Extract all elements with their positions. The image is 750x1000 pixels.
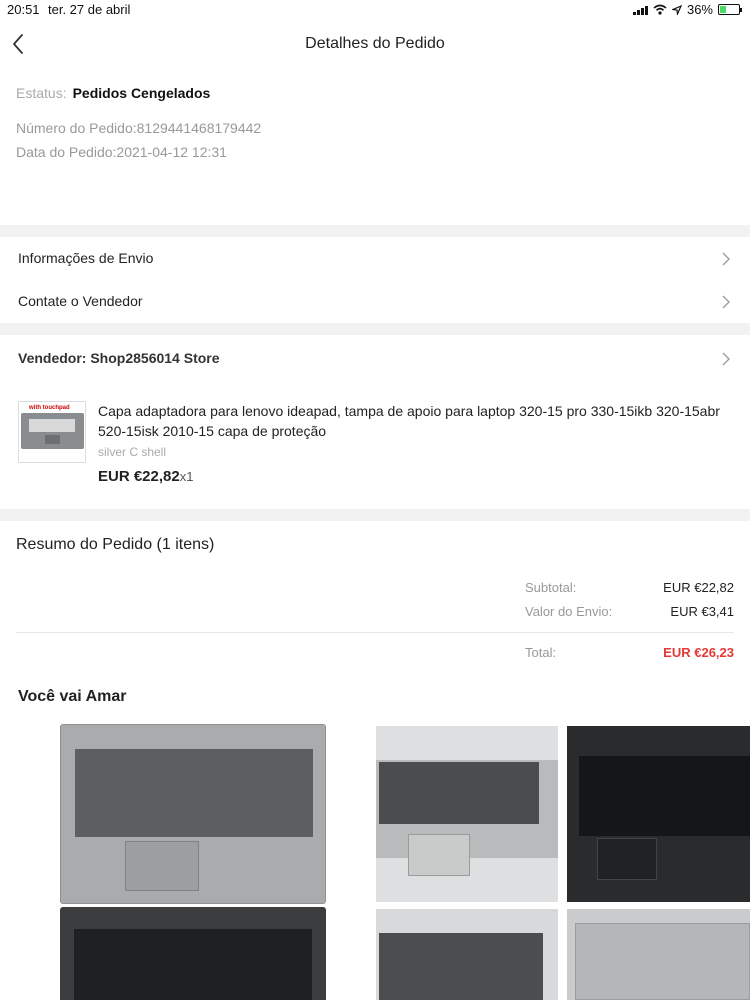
price-value: EUR €22,82 bbox=[98, 468, 180, 485]
product-variant: silver C shell bbox=[98, 445, 167, 459]
wifi-icon bbox=[653, 4, 667, 15]
product-thumbnail[interactable]: with touchpad bbox=[18, 401, 86, 463]
signal-icon bbox=[632, 5, 648, 15]
product-image bbox=[60, 724, 326, 904]
shipping-info-row[interactable]: Informações de Envio bbox=[0, 237, 750, 280]
recommended-product-card[interactable] bbox=[376, 909, 558, 1000]
contact-seller-label: Contate o Vendedor bbox=[18, 293, 143, 309]
order-details-screen: 20:51 ter. 27 de abril 36% Detalhes do P… bbox=[0, 0, 750, 1000]
shipping-info-label: Informações de Envio bbox=[18, 250, 154, 266]
order-links: Informações de Envio Contate o Vendedor bbox=[0, 237, 750, 323]
recommended-product-card[interactable] bbox=[567, 909, 750, 1000]
total-label: Total: bbox=[525, 645, 557, 660]
recommendations-title: Você vai Amar bbox=[18, 688, 127, 705]
seller-name[interactable]: Vendedor: Shop2856014 Store bbox=[18, 350, 220, 366]
contact-seller-row[interactable]: Contate o Vendedor bbox=[0, 280, 750, 323]
shipping-value: EUR €3,41 bbox=[670, 604, 734, 619]
nav-bar: Detalhes do Pedido bbox=[0, 20, 750, 70]
chevron-right-icon bbox=[722, 295, 730, 309]
status-bar: 20:51 ter. 27 de abril 36% bbox=[0, 0, 750, 20]
product-title[interactable]: Capa adaptadora para lenovo ideapad, tam… bbox=[98, 401, 738, 441]
subtotal-value: EUR €22,82 bbox=[663, 580, 734, 595]
location-arrow-icon bbox=[671, 4, 682, 15]
product-image bbox=[60, 907, 326, 1000]
status-time: 20:51 bbox=[7, 2, 40, 17]
summary-divider bbox=[16, 632, 734, 633]
order-number: Número do Pedido:8129441468179442 bbox=[16, 120, 262, 136]
status-indicators: 36% bbox=[632, 2, 742, 17]
recommended-product-card[interactable] bbox=[55, 721, 335, 1000]
total-value: EUR €26,23 bbox=[663, 645, 734, 660]
recommendations-section: Você vai Amar bbox=[0, 681, 750, 1000]
status-label: Estatus: bbox=[16, 85, 67, 101]
page-title: Detalhes do Pedido bbox=[305, 35, 445, 52]
product-price: EUR €22,82x1 bbox=[98, 468, 193, 485]
chevron-right-icon bbox=[722, 252, 730, 266]
order-status: Estatus: Pedidos Cengelados bbox=[16, 85, 210, 101]
battery-icon bbox=[718, 4, 742, 15]
chevron-right-icon[interactable] bbox=[720, 352, 732, 366]
subtotal-label: Subtotal: bbox=[525, 580, 577, 595]
summary-title: Resumo do Pedido (1 itens) bbox=[16, 536, 215, 553]
status-value: Pedidos Cengelados bbox=[72, 85, 211, 101]
recommended-product-card[interactable] bbox=[376, 726, 558, 902]
order-summary: Resumo do Pedido (1 itens) Subtotal: EUR… bbox=[0, 521, 750, 681]
order-date: Data do Pedido:2021-04-12 12:31 bbox=[16, 144, 227, 160]
seller-section: Vendedor: Shop2856014 Store with touchpa… bbox=[0, 335, 750, 509]
shipping-label: Valor do Envio: bbox=[525, 604, 613, 619]
thumbnail-tag: with touchpad bbox=[29, 405, 70, 411]
order-header: Estatus: Pedidos Cengelados Número do Ped… bbox=[0, 70, 750, 225]
product-quantity: x1 bbox=[179, 469, 194, 484]
status-date: ter. 27 de abril bbox=[48, 2, 131, 17]
battery-percent: 36% bbox=[686, 2, 713, 17]
recommended-product-card[interactable] bbox=[567, 726, 750, 902]
